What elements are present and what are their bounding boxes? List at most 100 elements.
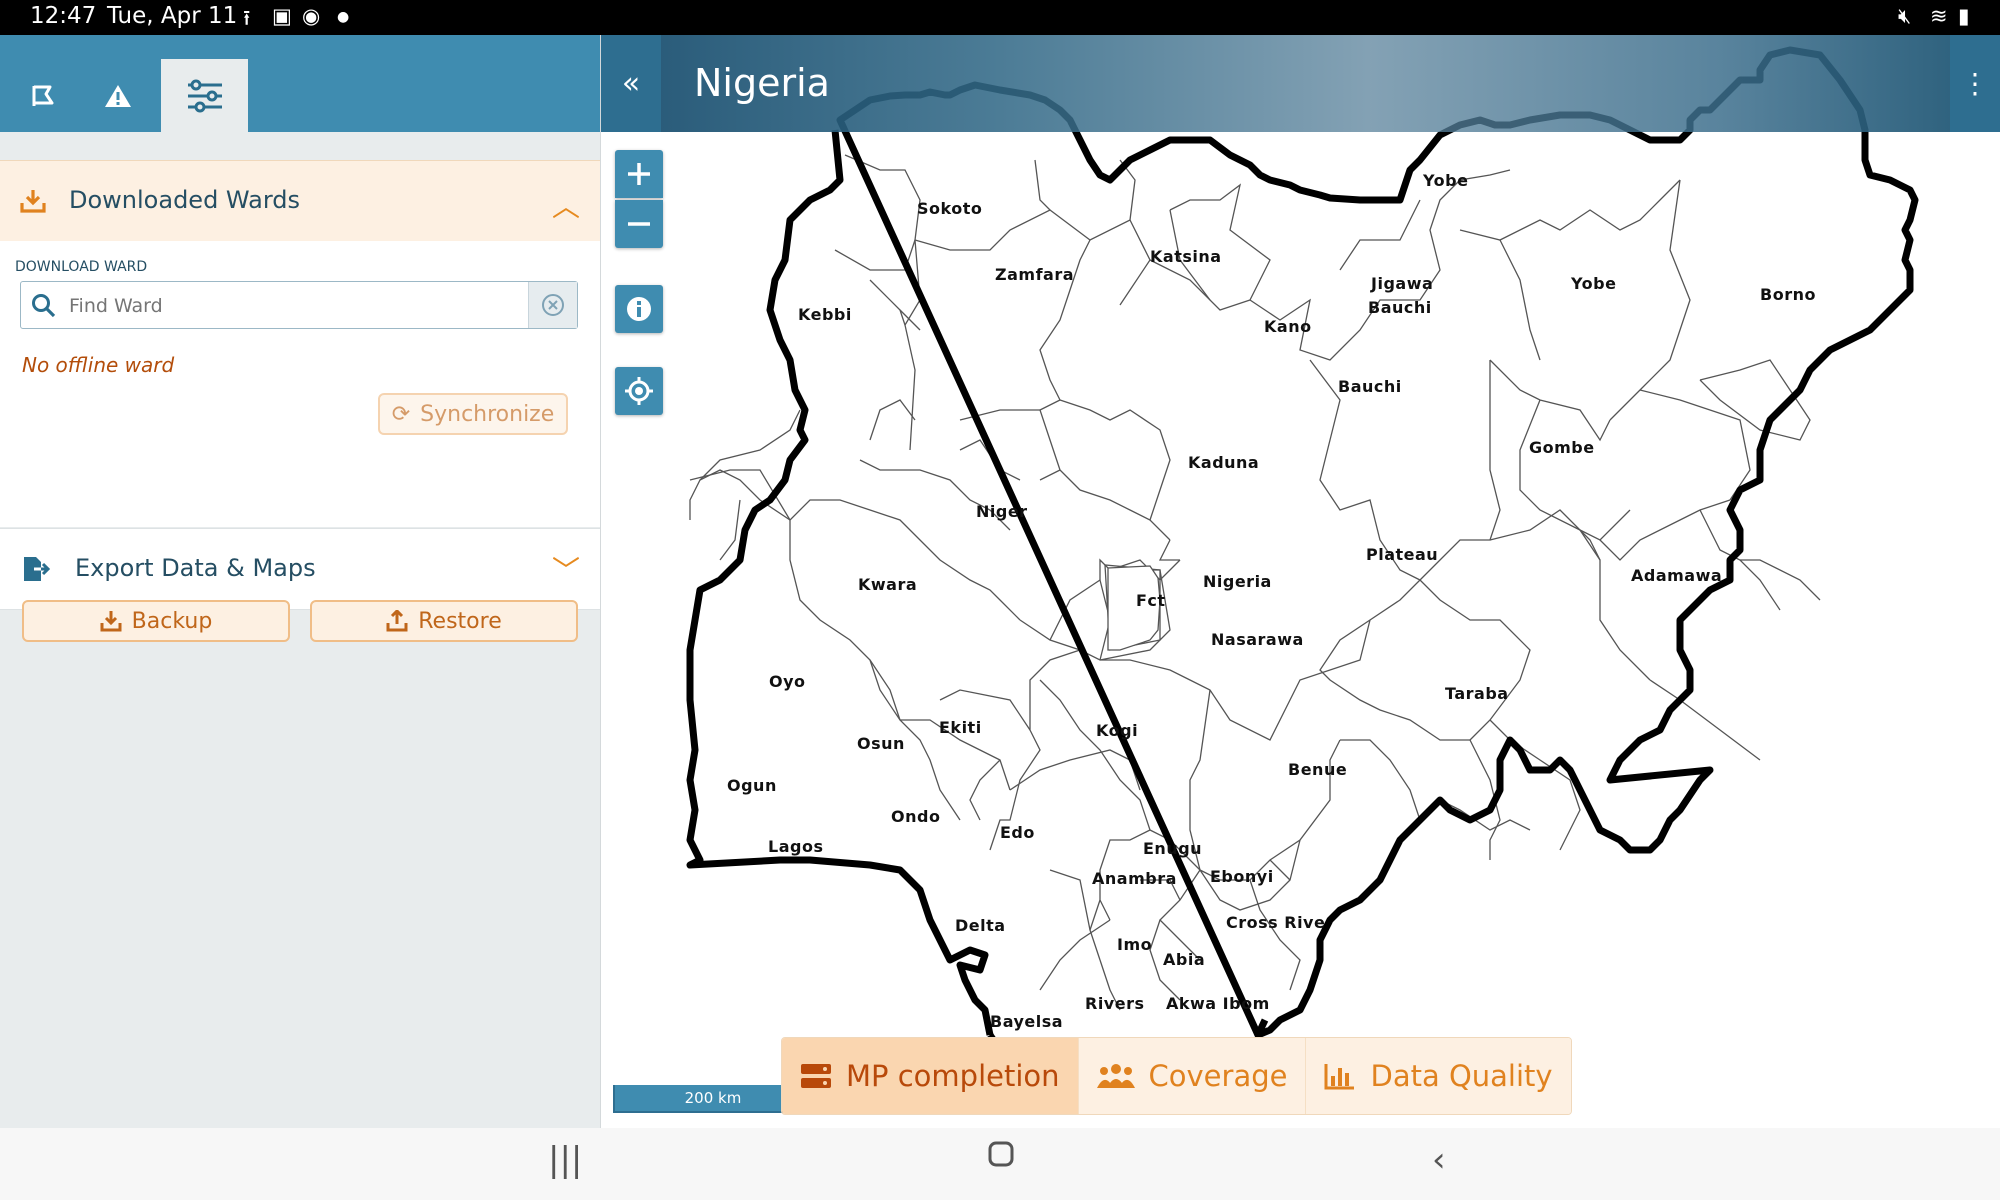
double-chevron-left-icon: « (621, 66, 641, 101)
warning-icon (105, 84, 131, 107)
state-label: Gombe (1529, 438, 1595, 457)
state-label: Ekiti (939, 718, 982, 737)
state-label: Bayelsa (990, 1012, 1063, 1031)
synchronize-label: Synchronize (420, 401, 555, 427)
more-options-button[interactable]: ⋮ (1950, 35, 2000, 132)
settings-tab[interactable] (161, 59, 248, 132)
ward-search-box (20, 281, 578, 329)
state-label: Ondo (891, 807, 940, 826)
state-label: Kwara (858, 575, 917, 594)
home-icon[interactable] (988, 1138, 1014, 1178)
info-icon (627, 297, 651, 321)
state-label: Adamawa (1631, 566, 1722, 585)
state-label: Oyo (769, 672, 806, 691)
backup-button[interactable]: Backup (22, 600, 290, 642)
state-label: Osun (857, 734, 905, 753)
state-label: Akwa Ibom (1166, 994, 1270, 1013)
sidebar: Downloaded Wards ︿ DOWNLOAD WARD No offl… (0, 35, 602, 1128)
map-view[interactable]: Sokoto Yobe Katsina Zamfara Kebbi Jigawa… (601, 35, 2000, 1128)
state-label: Benue (1288, 760, 1347, 779)
bar-chart-icon (1324, 1064, 1355, 1090)
sliders-icon (187, 79, 222, 112)
nigeria-border (686, 46, 1919, 1039)
state-label: Rivers (1085, 994, 1145, 1013)
state-label: Kaduna (1188, 453, 1259, 472)
state-label: Fct (1136, 591, 1166, 610)
tab-label: MP completion (846, 1059, 1060, 1093)
state-label: Nigeria (1203, 572, 1272, 591)
layer-tabs: MP completion Coverage Data Quality (781, 1037, 1572, 1115)
state-label: Abia (1163, 950, 1205, 969)
locate-button[interactable] (615, 367, 663, 415)
kebab-icon: ⋮ (1961, 67, 1989, 100)
state-label: Yobe (1570, 274, 1616, 293)
system-nav-bar: ||| ‹ (0, 1128, 2000, 1200)
gallery-icon: ▣ (272, 4, 292, 28)
state-label: Taraba (1445, 684, 1509, 703)
tab-data-quality[interactable]: Data Quality (1306, 1038, 1571, 1114)
state-label: Katsina (1150, 247, 1222, 266)
sidebar-tabs (0, 35, 600, 132)
state-label: Kano (1264, 317, 1312, 336)
locate-icon (625, 377, 653, 405)
state-label: Edo (1000, 823, 1035, 842)
clear-icon (542, 294, 564, 316)
state-label: Yobe (1422, 171, 1468, 190)
state-label: Lagos (768, 837, 823, 856)
restore-label: Restore (418, 608, 502, 634)
state-label: Ebonyi (1210, 867, 1274, 886)
tab-coverage[interactable]: Coverage (1078, 1038, 1307, 1114)
chevron-down-icon[interactable]: ﹀ (552, 549, 580, 589)
collapse-sidebar-button[interactable]: « (601, 35, 661, 132)
state-label: Borno (1760, 285, 1816, 304)
map-tab[interactable] (3, 59, 83, 132)
export-data-header[interactable]: Export Data & Maps ﹀ (0, 528, 600, 610)
dot-icon: ● (337, 9, 350, 25)
status-time: 12:47 (30, 3, 97, 29)
state-label: Zamfara (995, 265, 1074, 284)
status-bar: 12:47 Tue, Apr 11 ⭱ ▣ ◉ ● 🔇︎ ≋ ▮ (0, 0, 2000, 35)
downloaded-wards-header[interactable]: Downloaded Wards ︿ (0, 160, 600, 242)
download-icon (20, 190, 46, 213)
state-label: Bauchi (1338, 377, 1402, 396)
info-button[interactable] (615, 285, 663, 333)
map-title: Nigeria (694, 61, 830, 105)
back-icon[interactable]: ‹ (1432, 1140, 1446, 1180)
state-label: Sokoto (917, 199, 982, 218)
download-ward-label: DOWNLOAD WARD (15, 259, 148, 275)
state-label: Kebbi (798, 305, 852, 324)
synchronize-button[interactable]: ⟳ Synchronize (378, 393, 568, 435)
state-label: Ogun (727, 776, 777, 795)
file-export-icon (24, 557, 50, 581)
state-label: Kogi (1096, 721, 1138, 740)
chevron-up-icon[interactable]: ︿ (552, 185, 580, 225)
state-label: Plateau (1366, 545, 1438, 564)
state-label: Niger (976, 502, 1028, 521)
tab-mp-completion[interactable]: MP completion (782, 1038, 1079, 1114)
zoom-out-button[interactable] (615, 200, 663, 248)
nigeria-map[interactable]: Sokoto Yobe Katsina Zamfara Kebbi Jigawa… (601, 35, 2000, 1128)
state-label: Imo (1117, 935, 1152, 954)
state-label: Jigawa (1370, 274, 1433, 293)
upload-icon: ⭱ (243, 6, 251, 30)
zoom-out-icon (628, 222, 650, 226)
upload-icon (386, 610, 408, 632)
recents-icon[interactable]: ||| (548, 1140, 582, 1180)
clear-search-button[interactable] (528, 282, 577, 328)
tab-label: Coverage (1148, 1059, 1288, 1093)
sync-icon: ⟳ (391, 401, 411, 427)
restore-button[interactable]: Restore (310, 600, 578, 642)
state-label: Bauchi (1368, 298, 1432, 317)
battery-icon: ▮ (1958, 4, 1970, 28)
map-header: « Nigeria ⋮ (601, 35, 2000, 132)
mute-icon: 🔇︎ (1898, 4, 1912, 28)
backup-label: Backup (131, 608, 213, 634)
state-label: Delta (955, 916, 1006, 935)
zoom-in-button[interactable] (615, 150, 663, 198)
download-icon (100, 611, 122, 632)
status-date: Tue, Apr 11 (107, 3, 238, 29)
ward-search-input[interactable] (67, 290, 511, 322)
downloaded-wards-panel: DOWNLOAD WARD No offline ward ⟳ Synchron… (0, 241, 600, 527)
search-icon (32, 294, 56, 318)
alerts-tab[interactable] (78, 59, 158, 132)
